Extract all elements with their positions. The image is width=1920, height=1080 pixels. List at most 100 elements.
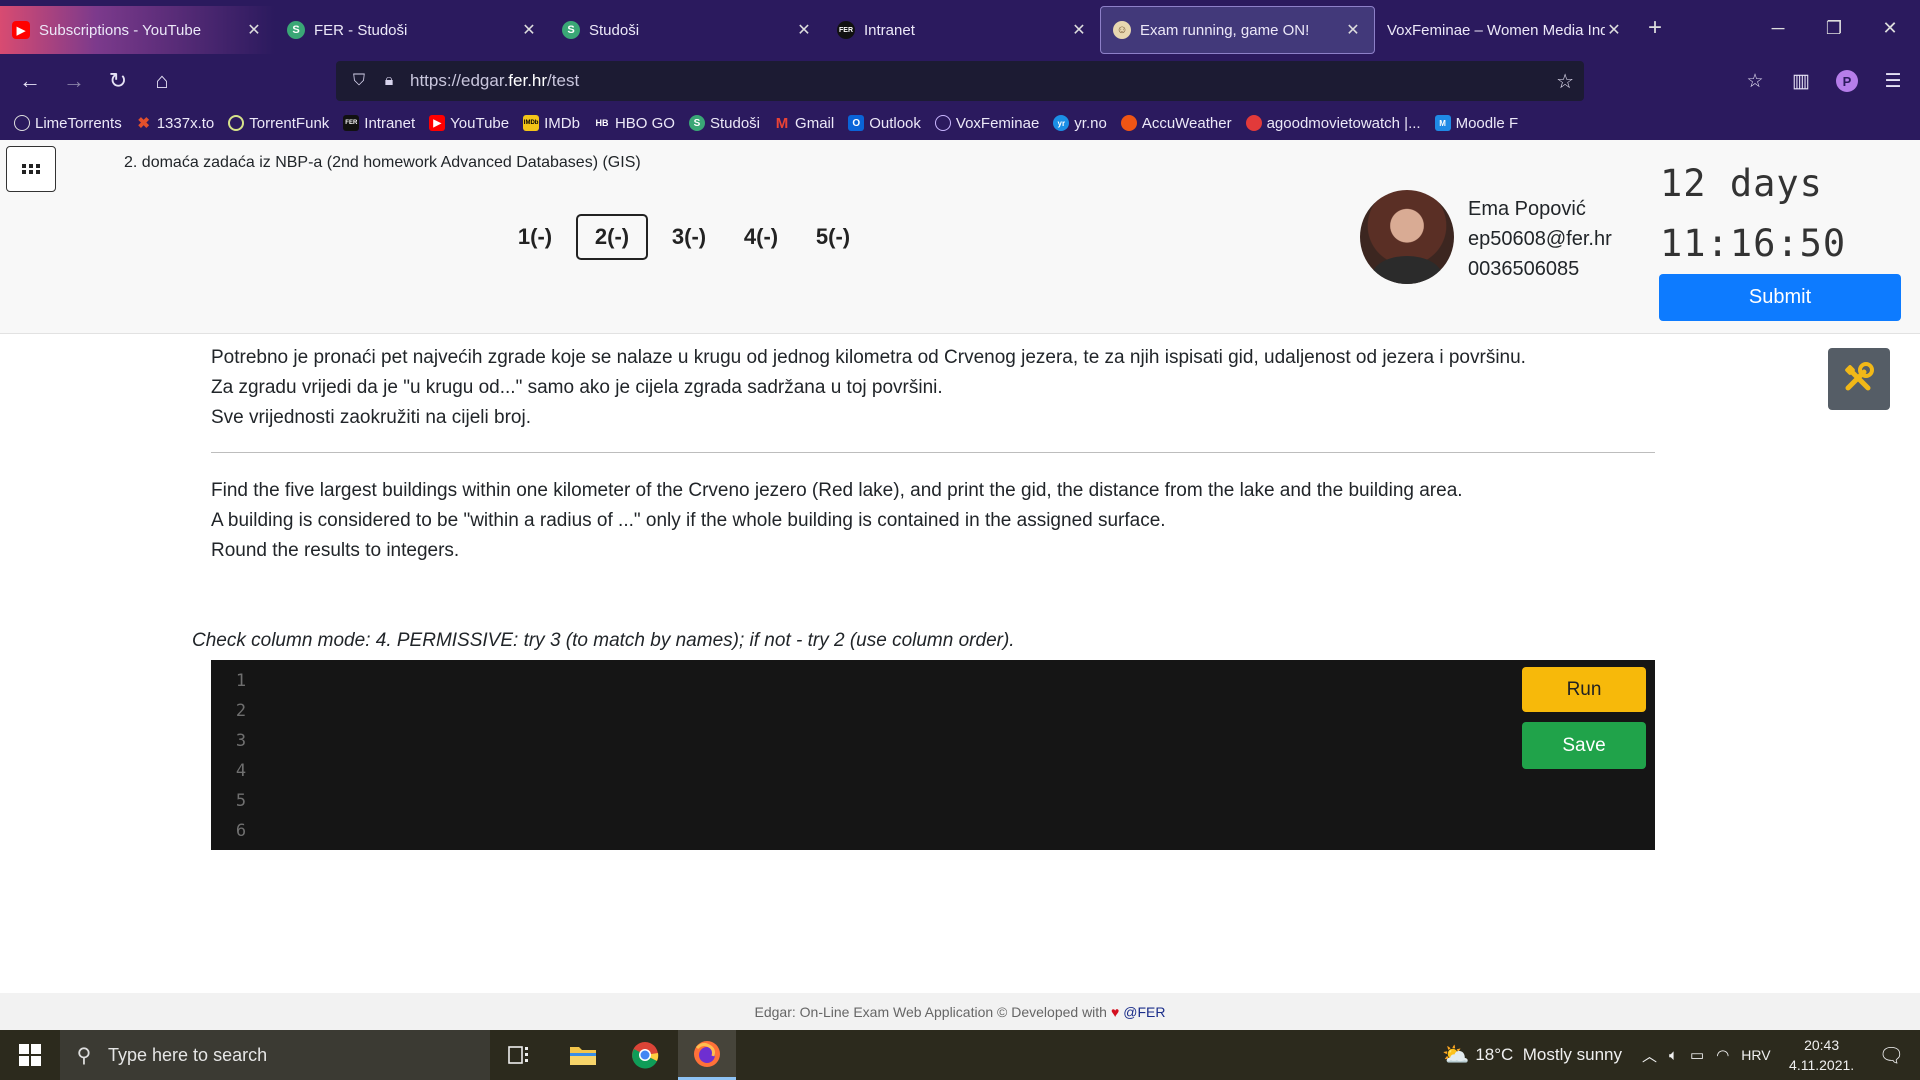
question-line: A building is considered to be "within a… [211,510,1166,531]
windows-icon [19,1044,41,1066]
start-button[interactable] [0,1030,60,1080]
pocket-icon[interactable]: ☆ [1732,70,1778,93]
bookmark-1337x[interactable]: ✖ 1337x.to [136,115,214,133]
reload-icon[interactable]: ↻ [96,61,140,101]
chrome-button[interactable] [616,1030,674,1080]
folder-icon [570,1047,596,1065]
windows-taskbar: ⚲ Type here to search ⛅ 18°C Mostly sunn… [0,1030,1920,1080]
tab-exam-running[interactable]: ☺ Exam running, game ON! ✕ [1100,6,1375,54]
battery-icon[interactable]: ▭ [1690,1046,1704,1064]
notifications-icon[interactable]: 🗨︎ [1879,1043,1904,1068]
page-footer: Edgar: On-Line Exam Web Application © De… [0,993,1920,1030]
language-indicator[interactable]: HRV [1741,1047,1770,1063]
code-editor[interactable]: 1 2 3 4 5 6 [211,660,1655,850]
submit-button[interactable]: Submit [1659,274,1901,321]
question-4-button[interactable]: 4(-) [730,214,792,260]
firefox-icon [694,1040,720,1067]
youtube-icon: ▶ [12,21,30,39]
tab-title: Exam running, game ON! [1140,21,1310,39]
line-number: 2 [235,701,247,721]
bookmark-accuweather[interactable]: AccuWeather [1120,115,1232,132]
close-window-icon[interactable]: ✕ [1862,0,1918,56]
bookmark-moodle[interactable]: M Moodle F [1434,115,1518,132]
back-icon[interactable]: ← [8,61,52,101]
clock[interactable]: 20:43 4.11.2021. [1777,1035,1867,1075]
close-tab-icon[interactable]: ✕ [1344,20,1362,40]
shield-icon[interactable]: ⛉ [344,72,374,90]
footer-org-link[interactable]: @FER [1123,1004,1165,1020]
save-button[interactable]: Save [1522,722,1646,769]
tab-intranet[interactable]: FER Intranet ✕ [825,6,1100,54]
tab-youtube[interactable]: ▶ Subscriptions - YouTube ✕ [0,6,275,54]
divider [211,452,1655,453]
file-explorer-button[interactable] [554,1030,612,1080]
tab-fer-studosi[interactable]: S FER - Studoši ✕ [275,6,550,54]
bookmark-youtube[interactable]: ▶ YouTube [429,115,509,132]
question-3-button[interactable]: 3(-) [658,214,720,260]
tab-studosi[interactable]: S Studoši ✕ [550,6,825,54]
firefox-button[interactable] [678,1030,736,1080]
restore-icon[interactable]: ❐ [1806,0,1862,56]
chevron-up-icon[interactable]: ︿ [1642,1045,1657,1066]
bookmark-agoodmovietowatch[interactable]: agoodmovietowatch |... [1245,115,1421,132]
close-tab-icon[interactable]: ✕ [520,20,538,40]
bookmark-outlook[interactable]: O Outlook [848,115,921,132]
forward-icon[interactable]: → [52,61,96,101]
bookmark-limetorrents[interactable]: LimeTorrents [14,115,122,132]
url-text[interactable]: https://edgar.fer.hr/test [410,71,579,91]
app-menu-button[interactable] [6,146,56,192]
bookmark-gmail[interactable]: M Gmail [774,115,834,132]
line-number: 4 [235,761,247,781]
browser-toolbar-right: ☆ ▥ P ☰ [1732,56,1920,106]
tab-voxfeminae[interactable]: VoxFeminae – Women Media Indep ✕ [1375,6,1635,54]
bookmark-intranet[interactable]: FER Intranet [343,115,415,132]
task-view-icon [508,1046,528,1064]
bookmark-studosi[interactable]: S Studoši [688,115,760,132]
wifi-icon[interactable]: ◠ [1716,1046,1729,1064]
bookmark-voxfeminae[interactable]: VoxFeminae [934,115,1039,132]
grid-menu-icon [22,164,40,174]
hbo-icon: HB [595,118,609,128]
tab-title: VoxFeminae – Women Media Indep [1387,21,1605,39]
close-tab-icon[interactable]: ✕ [1070,20,1088,40]
bookmark-imdb[interactable]: IMDb IMDb [523,115,580,132]
question-5-button[interactable]: 5(-) [802,214,864,260]
question-2-button[interactable]: 2(-) [576,214,648,260]
moodle-icon: M [1434,115,1451,131]
question-line: Round the results to integers. [211,540,460,561]
search-placeholder: Type here to search [108,1044,268,1065]
heart-icon: ♥ [1110,1003,1120,1020]
studosi-icon: S [688,115,705,131]
close-tab-icon[interactable]: ✕ [245,20,263,40]
torrentfunk-icon [228,115,245,131]
exam-header: 2. domaća zadaća iz NBP-a (2nd homework … [0,140,1920,334]
bookmark-star-icon[interactable]: ☆ [1556,69,1574,94]
yr-icon: yr [1053,115,1070,131]
new-tab-button[interactable]: + [1635,14,1675,42]
chrome-icon [632,1042,659,1069]
close-tab-icon[interactable]: ✕ [795,20,813,40]
profile-icon[interactable]: P [1824,70,1870,93]
bookmark-torrentfunk[interactable]: TorrentFunk [228,115,329,132]
weather-icon[interactable]: ⛅ [1442,1042,1469,1068]
task-view-button[interactable] [490,1030,548,1080]
lock-icon[interactable]: 🔒︎ [374,72,404,90]
home-icon[interactable]: ⌂ [140,61,184,101]
weather-text[interactable]: 18°C Mostly sunny [1475,1045,1622,1065]
menu-hamburger-icon[interactable]: ☰ [1870,70,1916,93]
footer-text: Edgar: On-Line Exam Web Application © De… [754,1003,1107,1020]
check-column-mode: Check column mode: 4. PERMISSIVE: try 3 … [192,630,1015,651]
volume-icon[interactable]: 🔈︎ [1669,1047,1678,1064]
taskbar-search[interactable]: ⚲ Type here to search [60,1030,490,1080]
bookmark-hbo-go[interactable]: HB HBO GO [594,115,675,132]
question-1-button[interactable]: 1(-) [504,214,566,260]
run-button[interactable]: Run [1522,667,1646,712]
address-bar[interactable]: ⛉ 🔒︎ https://edgar.fer.hr/test ☆ [336,61,1584,101]
bookmark-yr[interactable]: yr yr.no [1053,115,1107,132]
browser-nav-bar: ← → ↻ ⌂ ⛉ 🔒︎ https://edgar.fer.hr/test ☆… [0,56,1920,106]
tools-button[interactable] [1828,348,1890,410]
minimize-icon[interactable]: ─ [1750,0,1806,56]
reader-view-icon[interactable]: ▥ [1778,70,1824,93]
studosi-icon: S [562,21,580,39]
close-tab-icon[interactable]: ✕ [1605,20,1623,40]
